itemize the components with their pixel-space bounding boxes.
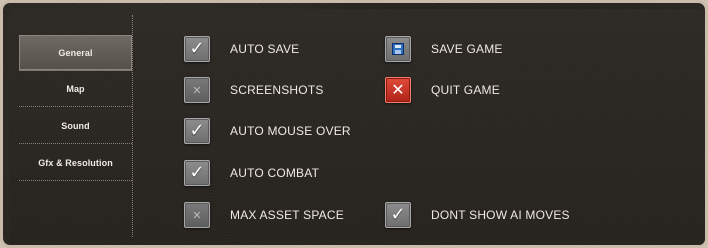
auto-mouse-over-checkbox[interactable]: ✓ (184, 118, 210, 144)
menu-item-gfx-resolution[interactable]: Gfx & Resolution (19, 145, 132, 181)
screenshots-label: SCREENSHOTS (230, 83, 324, 97)
screenshots-checkbox[interactable]: ✕ (184, 77, 210, 103)
unchecked-x-icon: ✕ (192, 208, 202, 222)
menu-item-label: General (58, 47, 93, 58)
menu-top-divider (19, 14, 132, 15)
menu-item-label: Sound (61, 120, 90, 131)
checkmark-icon: ✓ (390, 204, 406, 225)
auto-combat-label: AUTO COMBAT (230, 166, 320, 180)
auto-mouse-over-label: AUTO MOUSE OVER (230, 124, 351, 138)
options-menu: General Map Sound Gfx & Resolution (19, 15, 133, 237)
unchecked-x-icon: ✕ (192, 83, 202, 97)
close-x-icon: ✕ (391, 80, 405, 99)
save-game-icon-box[interactable] (385, 36, 411, 62)
checkmark-icon: ✓ (189, 38, 205, 59)
checkmark-icon: ✓ (189, 120, 205, 141)
max-asset-space-checkbox[interactable]: ✕ (184, 202, 210, 228)
option-dont-show-ai-moves[interactable]: ✓ DONT SHOW AI MOVES (385, 202, 570, 228)
quit-game-icon-box[interactable]: ✕ (385, 77, 411, 103)
option-screenshots[interactable]: ✕ SCREENSHOTS (184, 77, 324, 103)
auto-combat-checkbox[interactable]: ✓ (184, 160, 210, 186)
option-auto-combat[interactable]: ✓ AUTO COMBAT (184, 160, 319, 186)
save-game-label: SAVE GAME (431, 42, 503, 56)
checkmark-icon: ✓ (189, 162, 205, 183)
quit-game-label: QUIT GAME (431, 83, 500, 97)
floppy-disk-icon (392, 43, 404, 55)
window-frame: General Map Sound Gfx & Resolution ✓ AUT… (0, 0, 708, 248)
menu-item-label: Gfx & Resolution (38, 157, 113, 168)
save-game-button[interactable]: SAVE GAME (385, 36, 503, 62)
dont-show-ai-moves-label: DONT SHOW AI MOVES (431, 208, 570, 222)
auto-save-checkbox[interactable]: ✓ (184, 36, 210, 62)
menu-item-sound[interactable]: Sound (19, 108, 132, 144)
options-panel: General Map Sound Gfx & Resolution ✓ AUT… (9, 9, 705, 245)
menu-item-map[interactable]: Map (19, 71, 132, 107)
option-auto-mouse-over[interactable]: ✓ AUTO MOUSE OVER (184, 118, 351, 144)
menu-item-general[interactable]: General (19, 35, 132, 71)
auto-save-label: AUTO SAVE (230, 42, 300, 56)
option-auto-save[interactable]: ✓ AUTO SAVE (184, 36, 299, 62)
menu-item-label: Map (66, 83, 85, 94)
quit-game-button[interactable]: ✕ QUIT GAME (385, 77, 500, 103)
option-max-asset-space[interactable]: ✕ MAX ASSET SPACE (184, 202, 344, 228)
max-asset-space-label: MAX ASSET SPACE (230, 208, 344, 222)
dont-show-ai-moves-checkbox[interactable]: ✓ (385, 202, 411, 228)
